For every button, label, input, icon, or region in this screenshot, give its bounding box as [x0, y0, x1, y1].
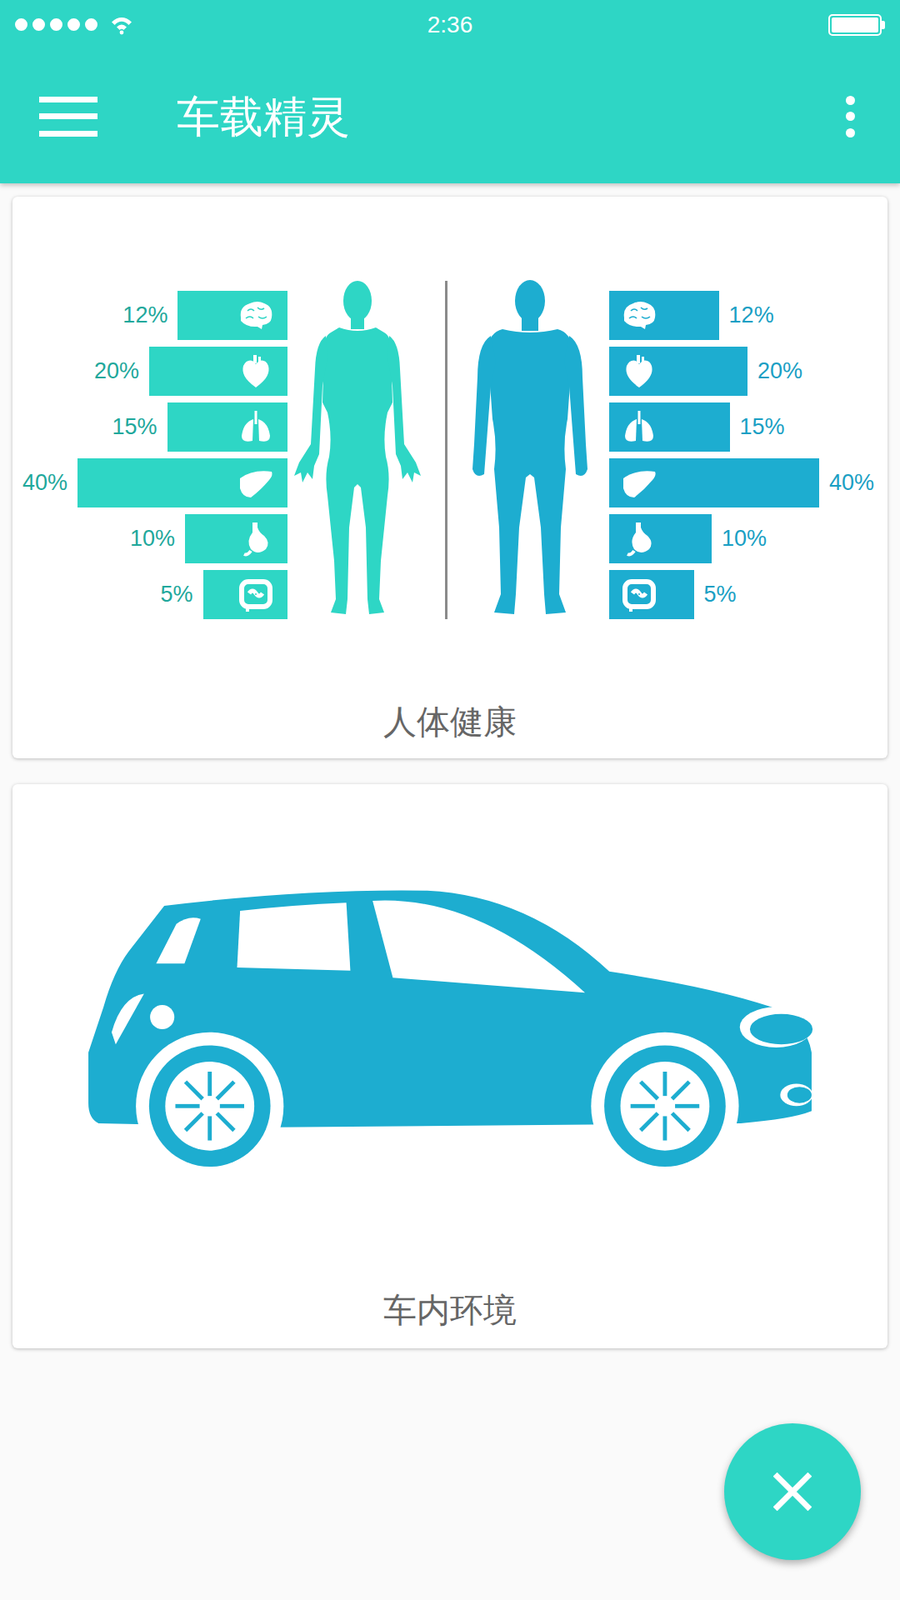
- heart-icon: [619, 351, 660, 392]
- organ-bar: [609, 514, 712, 564]
- card-list: 12% 20% 15% 40% 10% 5% 12% 20% 15% 40% 10% 5% 人体健康车内…: [0, 183, 900, 1349]
- organ-percent: 12%: [729, 304, 775, 327]
- chart-row: 10%: [130, 514, 288, 564]
- more-button[interactable]: [845, 95, 855, 138]
- organ-bar: [609, 458, 820, 508]
- app-bar: 车载精灵: [0, 49, 900, 184]
- card-label: 车内环境: [383, 1286, 517, 1334]
- close-icon: [773, 1472, 812, 1511]
- organ-bar: [167, 402, 289, 452]
- signal-dot: [32, 18, 45, 31]
- organ-percent: 15%: [740, 415, 785, 439]
- organ-bar: [203, 570, 289, 620]
- organ-percent: 12%: [122, 304, 168, 327]
- signal-dot: [85, 18, 98, 31]
- chart-row: 40%: [609, 458, 875, 508]
- organ-percent: 15%: [111, 415, 157, 439]
- status-time: 2:36: [427, 13, 474, 37]
- close-fab[interactable]: [724, 1423, 861, 1560]
- chart-row: 12%: [609, 290, 775, 340]
- organ-bar: [609, 290, 720, 340]
- chart-row: 20%: [94, 346, 288, 396]
- organ-percent: 40%: [22, 471, 68, 495]
- heart-icon: [235, 351, 276, 392]
- battery-icon: [828, 14, 885, 36]
- lungs-icon: [235, 407, 276, 448]
- header: 2:36 车载精灵: [0, 0, 900, 184]
- male-figure-icon: [469, 277, 591, 620]
- chart-row: 5%: [160, 570, 288, 620]
- lungs-icon: [619, 407, 660, 448]
- chart-row: 12%: [122, 290, 288, 340]
- liver-icon: [235, 463, 276, 504]
- organ-percent: 40%: [829, 471, 875, 495]
- organ-percent: 10%: [130, 527, 175, 550]
- wifi-icon: [109, 15, 135, 35]
- intestines-icon: [235, 575, 276, 615]
- chart-row: 10%: [609, 514, 767, 564]
- organ-bar: [609, 402, 730, 452]
- chart-row: 40%: [22, 458, 288, 508]
- organ-percent: 5%: [160, 583, 193, 606]
- car-icon: [83, 882, 817, 1171]
- chart-row: 5%: [609, 570, 737, 620]
- intestines-icon: [619, 575, 660, 615]
- chart-row: 20%: [609, 346, 803, 396]
- chart-row: 15%: [609, 402, 785, 452]
- brain-icon: [235, 295, 276, 336]
- app-screen: 2:36 车载精灵 12% 20% 15% 40% 10% 5% 12% 20% 15% 40% 10%…: [0, 0, 900, 1600]
- chart-row: 15%: [111, 402, 288, 452]
- card-label: 人体健康: [12, 698, 888, 745]
- status-bar: 2:36: [0, 0, 900, 50]
- liver-icon: [619, 463, 660, 504]
- signal-dot: [50, 18, 63, 31]
- app-title: 车载精灵: [176, 90, 845, 144]
- organ-bar: [77, 458, 288, 508]
- brain-icon: [619, 295, 660, 336]
- divider: [445, 280, 448, 620]
- stomach-icon: [235, 519, 276, 560]
- organ-percent: 10%: [721, 527, 767, 550]
- body-health-card[interactable]: 12% 20% 15% 40% 10% 5% 12% 20% 15% 40% 10% 5% 人体健康: [12, 196, 888, 759]
- organ-bar: [149, 346, 288, 396]
- organ-bar: [185, 514, 288, 564]
- signal-dot: [67, 18, 80, 31]
- menu-button[interactable]: [39, 96, 98, 137]
- body-chart: 12% 20% 15% 40% 10% 5% 12% 20% 15% 40% 10% 5%: [12, 277, 888, 620]
- organ-percent: 20%: [94, 360, 140, 383]
- organ-bar: [609, 570, 695, 620]
- organ-percent: 20%: [757, 360, 803, 383]
- stomach-icon: [619, 519, 660, 560]
- female-figure-icon: [290, 277, 425, 620]
- organ-percent: 5%: [704, 583, 737, 606]
- organ-bar: [609, 346, 748, 396]
- car-environment-card[interactable]: 车内环境: [12, 784, 888, 1349]
- signal-dot: [15, 18, 28, 31]
- organ-bar: [177, 290, 288, 340]
